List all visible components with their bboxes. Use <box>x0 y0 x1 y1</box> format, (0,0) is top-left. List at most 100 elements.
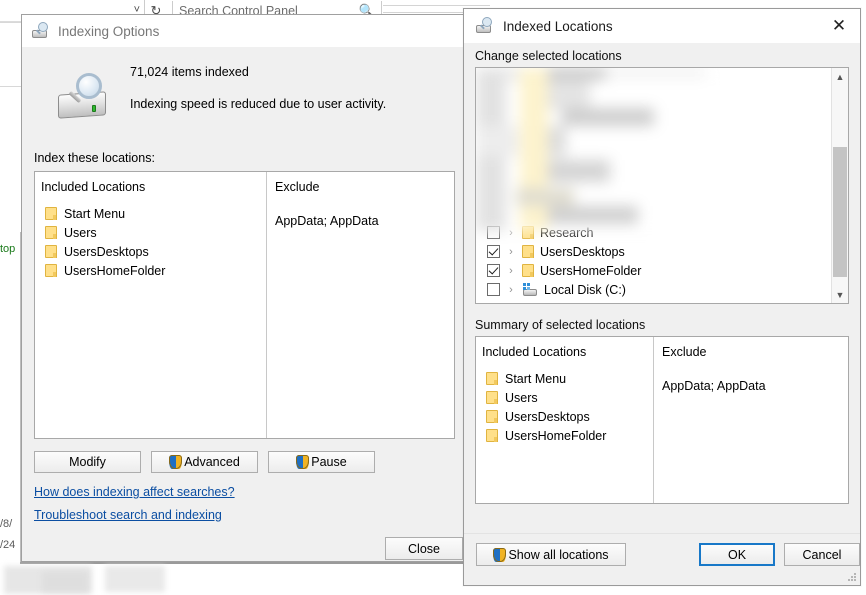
summary-of-selected-locations-label: Summary of selected locations <box>475 318 646 332</box>
close-button[interactable]: Close <box>385 537 463 560</box>
indexing-options-window: Indexing Options 71,024 items indexed In… <box>21 14 467 562</box>
indexing-options-close-row: Close <box>22 531 467 560</box>
indexing-options-titlebar: Indexing Options <box>22 15 467 47</box>
indexing-status-row: 71,024 items indexed Indexing speed is r… <box>22 47 467 133</box>
screen: ˅ ↻ Search Control Panel 🔍 top /8/ /24 I… <box>0 0 866 595</box>
background-text-fragment: top <box>0 243 16 255</box>
tree-row-label: UsersDesktops <box>540 244 625 259</box>
index-locations-label: Index these locations: <box>34 151 155 165</box>
summary-table: Included Locations Start Menu Users User… <box>475 336 849 504</box>
list-item: UsersHomeFolder <box>482 426 653 445</box>
tree-row[interactable]: › Local Disk (C:) <box>476 280 830 299</box>
indexed-locations-dialog: Indexed Locations ✕ Change selected loca… <box>463 8 861 586</box>
tree-row-label: Local Disk (C:) <box>544 282 626 297</box>
tree-row-label: UsersHomeFolder <box>540 263 642 278</box>
folder-icon <box>522 245 534 258</box>
chevron-up-icon[interactable]: ▲ <box>832 68 848 85</box>
list-item[interactable]: UsersDesktops <box>41 242 266 261</box>
location-name: Users <box>64 225 97 240</box>
list-item: UsersDesktops <box>482 407 653 426</box>
indexing-drive-icon <box>56 73 114 121</box>
folder-icon <box>45 207 57 220</box>
uac-shield-icon <box>296 455 310 469</box>
location-name: Start Menu <box>64 206 126 221</box>
advanced-button[interactable]: Advanced <box>151 451 258 473</box>
tree-row[interactable]: › UsersDesktops <box>476 242 830 261</box>
troubleshoot-search-and-indexing-link[interactable]: Troubleshoot search and indexing <box>34 508 467 522</box>
exclude-value: AppData; AppData <box>275 214 379 228</box>
chevron-right-icon[interactable]: › <box>506 265 516 277</box>
location-name: Start Menu <box>505 371 567 386</box>
list-item: Users <box>482 388 653 407</box>
background-rule <box>0 86 22 87</box>
change-selected-locations-label: Change selected locations <box>475 49 622 63</box>
modify-button[interactable]: Modify <box>34 451 141 473</box>
summary-exclude-value: AppData; AppData <box>662 379 766 393</box>
location-name: UsersHomeFolder <box>505 428 607 443</box>
resize-grip-icon[interactable] <box>847 572 857 582</box>
indexing-locations-table: Included Locations Start Menu Users User… <box>34 171 455 439</box>
summary-exclude-column: Exclude AppData; AppData <box>654 337 848 503</box>
tree-rows: › Research › UsersDesktops › UsersHomeFo… <box>476 68 830 303</box>
blurred-background-tile <box>105 566 165 592</box>
locations-tree[interactable]: › Research › UsersDesktops › UsersHomeFo… <box>475 67 849 304</box>
scrollbar-thumb[interactable] <box>833 147 847 277</box>
tree-row-label: Research <box>540 225 594 240</box>
close-icon[interactable]: ✕ <box>818 11 860 41</box>
drive-search-icon <box>476 17 494 35</box>
summary-exclude-header: Exclude <box>662 345 707 359</box>
checkbox[interactable] <box>487 226 500 239</box>
uac-shield-icon <box>169 455 183 469</box>
folder-icon <box>486 429 498 442</box>
cancel-button[interactable]: Cancel <box>784 543 860 566</box>
chevron-down-icon[interactable]: ▼ <box>832 286 848 303</box>
chevron-right-icon[interactable]: › <box>506 284 516 296</box>
pause-button[interactable]: Pause <box>268 451 375 473</box>
folder-icon <box>522 264 534 277</box>
change-selected-locations-group: Change selected locations <box>475 49 849 67</box>
summary-included-column: Included Locations Start Menu Users User… <box>476 337 654 503</box>
tree-scrollbar[interactable]: ▲ ▼ <box>831 68 848 303</box>
tree-row[interactable]: › Research <box>476 223 830 242</box>
folder-icon <box>45 245 57 258</box>
list-item: Start Menu <box>482 369 653 388</box>
list-item[interactable]: UsersHomeFolder <box>41 261 266 280</box>
folder-icon <box>486 391 498 404</box>
chevron-right-icon[interactable]: › <box>506 246 516 258</box>
close-button-label: Close <box>408 541 440 556</box>
location-name: UsersDesktops <box>64 244 149 259</box>
modify-button-label: Modify <box>69 455 106 469</box>
disk-icon <box>522 283 538 296</box>
footer-divider <box>464 533 860 534</box>
included-locations-header: Included Locations <box>41 180 146 194</box>
folder-icon <box>522 226 534 239</box>
checkbox[interactable] <box>487 245 500 258</box>
tree-row[interactable]: › UsersHomeFolder <box>476 261 830 280</box>
ok-button[interactable]: OK <box>699 543 775 566</box>
chevron-right-icon[interactable]: › <box>506 227 516 239</box>
location-name: Users <box>505 390 538 405</box>
list-item[interactable]: Users <box>41 223 266 242</box>
items-indexed-label: 71,024 items indexed <box>130 65 249 79</box>
checkbox[interactable] <box>487 283 500 296</box>
summary-included-header: Included Locations <box>482 345 587 359</box>
list-item[interactable]: Start Menu <box>41 204 266 223</box>
background-divider <box>20 562 466 564</box>
pause-button-label: Pause <box>311 455 347 469</box>
how-does-indexing-affect-searches-link[interactable]: How does indexing affect searches? <box>34 485 467 499</box>
ok-button-label: OK <box>727 547 747 562</box>
checkbox[interactable] <box>487 264 500 277</box>
folder-icon <box>486 372 498 385</box>
indexed-locations-titlebar: Indexed Locations ✕ <box>464 9 860 43</box>
background-date-fragment: /8/ <box>0 518 13 530</box>
location-name: UsersDesktops <box>505 409 590 424</box>
drive-search-icon <box>32 22 50 40</box>
included-locations-column: Included Locations Start Menu Users User… <box>35 172 267 438</box>
indexing-speed-note: Indexing speed is reduced due to user ac… <box>130 97 387 111</box>
show-all-locations-button[interactable]: Show all locations <box>476 543 626 566</box>
indexing-options-body: 71,024 items indexed Indexing speed is r… <box>22 47 467 560</box>
indexed-locations-title: Indexed Locations <box>503 18 613 34</box>
exclude-column: Exclude AppData; AppData <box>267 172 454 438</box>
show-all-locations-label: Show all locations <box>508 547 609 562</box>
blurred-background-tile <box>42 572 88 592</box>
